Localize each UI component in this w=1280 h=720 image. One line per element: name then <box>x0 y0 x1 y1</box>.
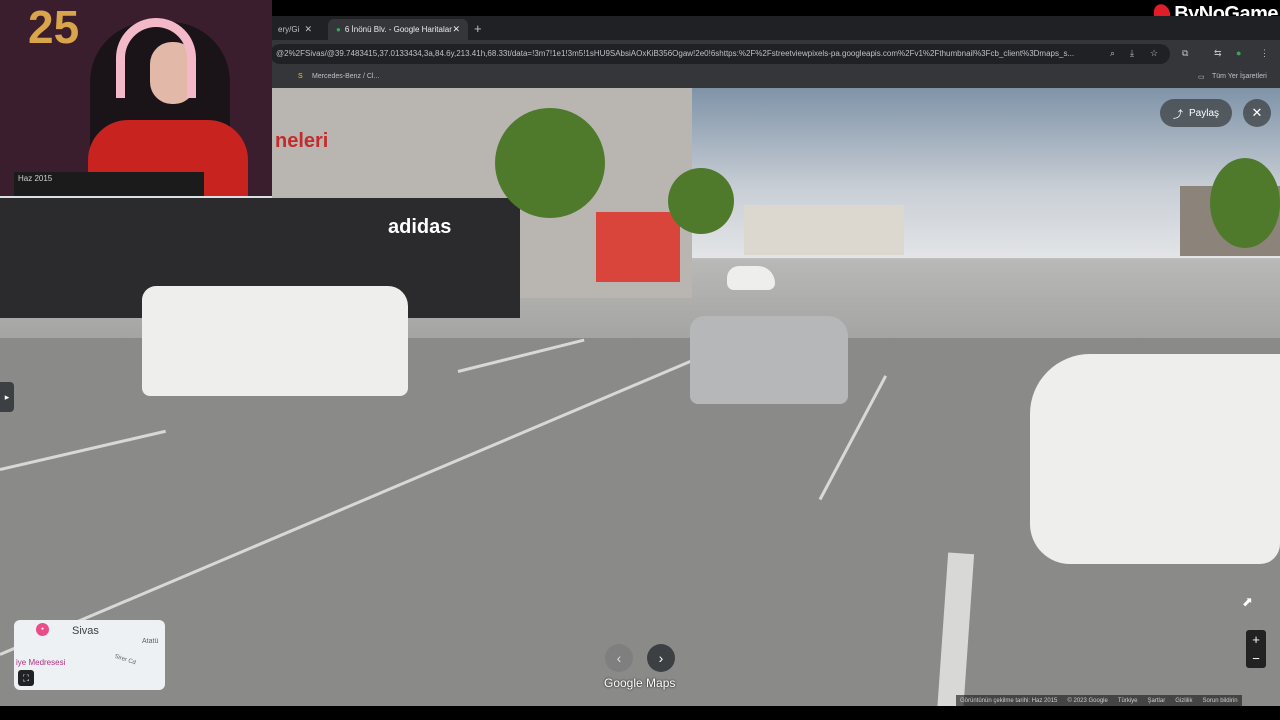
zoom-control: + − <box>1246 630 1266 668</box>
chevron-right-icon: › <box>658 650 664 666</box>
red-store <box>596 212 680 282</box>
tree <box>668 168 734 234</box>
previous-photo-button[interactable]: ‹ <box>605 644 633 672</box>
store-sign-red: neleri <box>275 130 329 152</box>
menu-icon[interactable]: ⋮ <box>1260 48 1269 59</box>
report-link[interactable]: Sorun bildirin <box>1203 698 1238 704</box>
next-photo-button[interactable]: › <box>647 644 675 672</box>
share-button[interactable]: ⤴ Paylaş <box>1160 99 1232 127</box>
minimap-poi[interactable]: iye Medresesi <box>16 658 65 667</box>
tree <box>495 108 605 218</box>
close-icon: ✕ <box>1251 105 1263 120</box>
tab-close-icon[interactable]: ✕ <box>452 24 460 35</box>
extensions-icon[interactable]: ⧉ <box>1182 48 1188 59</box>
white-car-right <box>1030 354 1280 564</box>
chevron-left-icon: ‹ <box>616 650 622 666</box>
url-field[interactable]: @2%2FSivas/@39.7483415,37.0133434,3a,84.… <box>270 44 1170 64</box>
copyright: © 2023 Google <box>1067 697 1108 704</box>
bookmark-item[interactable]: Mercedes-Benz / Cl... <box>312 73 379 80</box>
minimap-street: Atatü <box>142 638 159 645</box>
webcam-caption: Haz 2015 <box>14 172 204 196</box>
install-icon[interactable]: ⤓ <box>1130 48 1134 59</box>
expand-map-button[interactable]: ⛶ <box>18 670 34 686</box>
chevron-right-icon: ▸ <box>4 391 10 402</box>
birthday-balloon: 25 <box>28 1 80 53</box>
tab-label: 6 İnönü Blv. - Google Haritalar <box>344 25 452 34</box>
white-van <box>142 286 408 396</box>
tab-google-maps[interactable]: ● 6 İnönü Blv. - Google Haritalar ✕ <box>328 19 468 40</box>
plus-icon[interactable]: + <box>1252 633 1260 646</box>
fullscreen-icon: ⛶ <box>22 672 30 683</box>
minimap[interactable]: ● Sivas Atatü Sirer Cd iye Medresesi ⛶ <box>14 620 165 690</box>
close-streetview-button[interactable]: ✕ <box>1243 99 1271 127</box>
expand-side-panel-button[interactable]: ▸ <box>0 382 14 412</box>
adidas-sign: adidas <box>388 216 452 238</box>
minus-icon[interactable]: − <box>1252 652 1260 665</box>
new-tab-button[interactable]: + <box>474 21 482 36</box>
headphones <box>116 18 196 98</box>
star-icon[interactable]: ☆ <box>1150 48 1158 59</box>
webcam-overlay: 25 Haz 2015 <box>0 0 272 196</box>
zoom-icon[interactable]: ⌕ <box>1110 48 1115 59</box>
share-icon: ⤴ <box>1172 109 1183 121</box>
tab-inactive[interactable]: ery/Gi ✕ <box>270 19 320 40</box>
bottom-black-bar <box>0 706 1280 720</box>
all-bookmarks[interactable]: Tüm Yer İşaretleri <box>1212 73 1267 80</box>
tree <box>1210 158 1280 248</box>
avatar-icon[interactable]: ● <box>1236 48 1241 58</box>
silver-car <box>690 316 848 404</box>
compass-icon[interactable]: ⬈ <box>1242 594 1253 610</box>
folder-icon: ▭ <box>1198 74 1205 81</box>
building-far <box>744 205 904 255</box>
tab-close-icon[interactable]: ✕ <box>304 24 312 35</box>
google-maps-label: Google Maps <box>604 676 676 690</box>
distant-car <box>727 266 775 290</box>
location-pin-icon: ● <box>36 623 49 636</box>
minimap-city: Sivas <box>72 625 99 637</box>
tab-label: ery/Gi <box>278 25 300 34</box>
capture-date: Görüntünün çekilme tarihi: Haz 2015 <box>960 697 1058 704</box>
maps-favicon-icon: ● <box>336 25 341 34</box>
map-footer: Görüntünün çekilme tarihi: Haz 2015 © 20… <box>956 695 1242 706</box>
privacy-link[interactable]: Gizlilik <box>1175 698 1192 704</box>
profile-sync-icon[interactable]: ⇆ <box>1214 48 1222 59</box>
share-label: Paylaş <box>1188 107 1219 119</box>
minimap-street: Sirer Cd <box>113 653 137 667</box>
region-link[interactable]: Türkiye <box>1118 698 1138 704</box>
bookmark-favicon-icon: S <box>298 73 303 80</box>
terms-link[interactable]: Şartlar <box>1148 698 1166 704</box>
